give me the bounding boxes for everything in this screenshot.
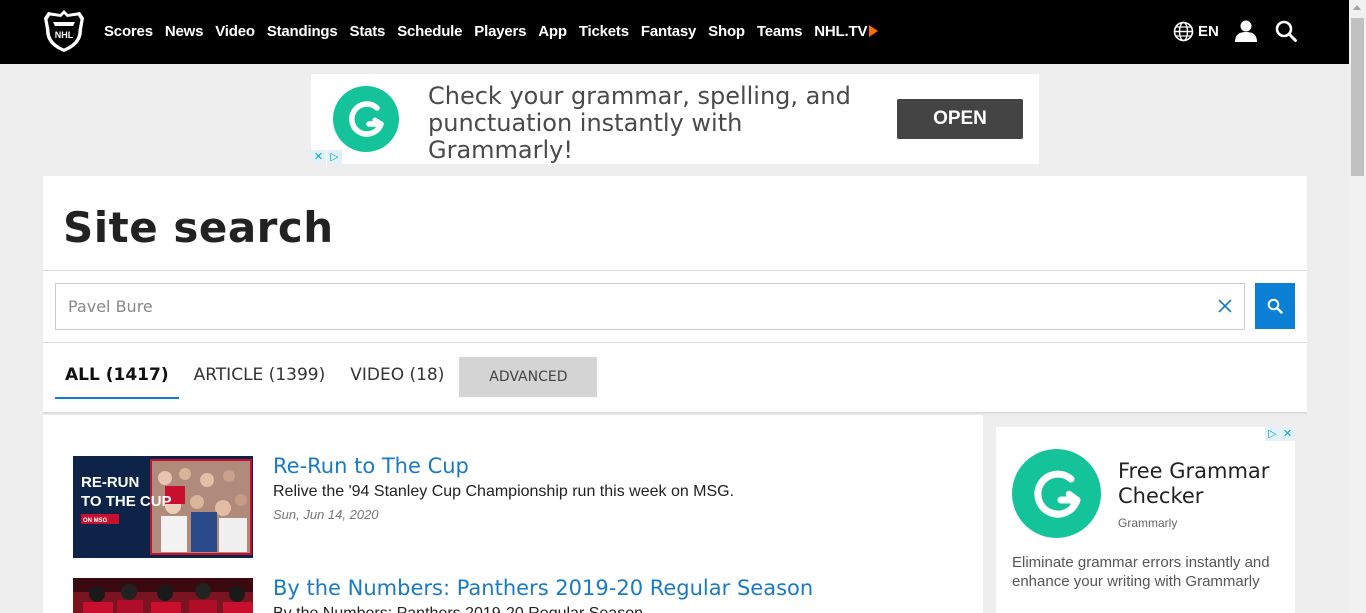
language-selector[interactable]: EN	[1173, 0, 1219, 62]
nav-fantasy[interactable]: Fantasy	[641, 23, 696, 40]
nav-teams[interactable]: Teams	[757, 23, 803, 40]
ad-body: Eliminate grammar errors instantly and e…	[1012, 554, 1270, 590]
nav-app[interactable]: App	[538, 23, 567, 40]
grammarly-logo-icon	[333, 86, 399, 152]
list-item: By the Numbers: Panthers 2019-20 Regular…	[73, 576, 973, 613]
result-description: By the Numbers: Panthers 2019-20 Regular…	[273, 605, 643, 613]
search-icon	[1267, 298, 1283, 314]
result-title-link[interactable]: Re-Run to The Cup	[273, 454, 469, 478]
page-scrollbar[interactable]	[1349, 0, 1366, 613]
top-navigation: NHL Scores News Video Standings Stats Sc…	[0, 0, 1349, 64]
ad-title: Free Grammar Checker	[1118, 459, 1270, 508]
main-menu: Scores News Video Standings Stats Schedu…	[104, 0, 890, 62]
nav-nhltv[interactable]: NHL.TV	[814, 22, 879, 40]
ad-headline: Check your grammar, spelling, and punctu…	[428, 82, 851, 164]
search-submit-button[interactable]	[1255, 283, 1295, 329]
tab-all[interactable]: ALL (1417)	[55, 357, 179, 399]
result-date: Sun, Jun 14, 2020	[273, 507, 379, 522]
ad-close-icon[interactable]: ✕	[1280, 427, 1295, 441]
nav-schedule[interactable]: Schedule	[397, 23, 462, 40]
adchoices-icon[interactable]: ▷	[1265, 427, 1280, 441]
divider	[43, 342, 1307, 343]
page-title: Site search	[63, 203, 334, 252]
thumb-text-line1: RE-RUN	[81, 474, 139, 491]
nav-players[interactable]: Players	[474, 23, 526, 40]
scrollbar-thumb[interactable]	[1351, 18, 1364, 176]
language-label: EN	[1198, 22, 1219, 40]
result-title-link[interactable]: By the Numbers: Panthers 2019-20 Regular…	[273, 576, 813, 600]
adchoices-icon[interactable]: ▷	[327, 150, 342, 164]
advanced-search-button[interactable]: ADVANCED	[459, 357, 598, 397]
search-input[interactable]	[56, 284, 1206, 329]
nhl-logo[interactable]: NHL	[42, 8, 86, 54]
user-icon	[1235, 20, 1257, 42]
divider	[43, 270, 1307, 271]
clear-search-icon[interactable]	[1217, 298, 1233, 314]
result-type-tabs: ALL (1417) ARTICLE (1399) VIDEO (18) ADV…	[55, 357, 598, 400]
tab-article[interactable]: ARTICLE (1399)	[184, 357, 336, 399]
nav-tickets[interactable]: Tickets	[579, 23, 629, 40]
nav-video[interactable]: Video	[215, 23, 255, 40]
result-thumbnail[interactable]	[73, 578, 253, 613]
grammarly-banner-ad[interactable]: Check your grammar, spelling, and punctu…	[311, 74, 1039, 164]
nav-scores[interactable]: Scores	[104, 23, 153, 40]
list-item: RE-RUN TO THE CUP ON MSG Re-Run to The C…	[73, 454, 973, 558]
ad-brand: Grammarly	[1118, 516, 1178, 530]
tab-video[interactable]: VIDEO (18)	[340, 357, 454, 399]
search-results-list: RE-RUN TO THE CUP ON MSG Re-Run to The C…	[43, 415, 983, 613]
nav-standings[interactable]: Standings	[267, 23, 338, 40]
grammarly-side-ad[interactable]: Free Grammar Checker Grammarly Eliminate…	[996, 427, 1295, 613]
search-field-wrapper	[55, 283, 1245, 330]
result-thumbnail[interactable]: RE-RUN TO THE CUP ON MSG	[73, 456, 253, 558]
nav-stats[interactable]: Stats	[350, 23, 386, 40]
ad-open-button[interactable]: OPEN	[897, 99, 1023, 139]
svg-text:NHL: NHL	[55, 30, 74, 40]
nav-nhltv-label: NHL.TV	[814, 22, 868, 40]
nav-search-button[interactable]	[1275, 0, 1297, 62]
nav-news[interactable]: News	[165, 23, 204, 40]
nav-shop[interactable]: Shop	[708, 23, 745, 40]
scroll-up-arrow-icon[interactable]	[1353, 5, 1361, 10]
play-arrow-icon	[869, 24, 879, 37]
result-description: Relive the '94 Stanley Cup Championship …	[273, 483, 735, 500]
grammarly-logo-icon	[1012, 449, 1101, 538]
site-search-card: Site search ALL (1417) ARTICLE (1399) VI…	[43, 176, 1307, 412]
thumb-badge: ON MSG	[83, 518, 108, 524]
user-account-button[interactable]	[1234, 0, 1258, 62]
globe-icon	[1173, 21, 1194, 41]
thumb-text-line2: TO THE CUP	[81, 493, 172, 510]
ad-close-icon[interactable]: ✕	[311, 150, 326, 164]
search-icon	[1275, 20, 1297, 42]
